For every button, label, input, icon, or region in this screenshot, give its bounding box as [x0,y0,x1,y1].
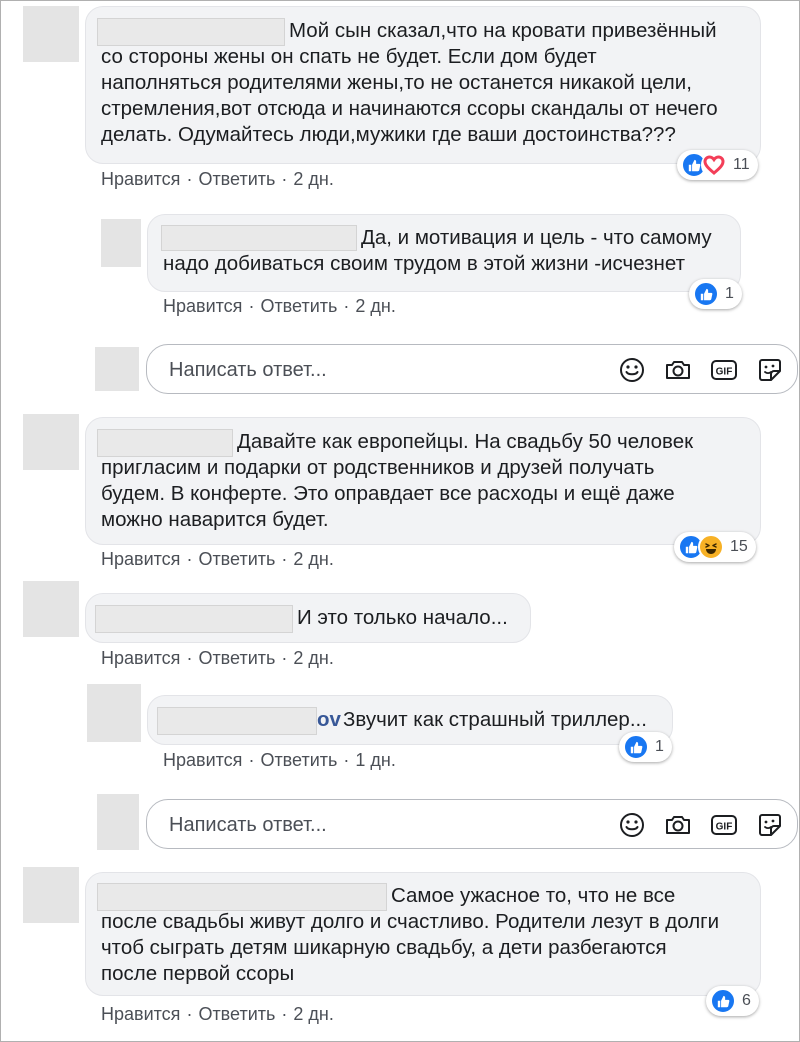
reaction-summary[interactable]: 1 [689,279,742,309]
comment-text-line: Звучит как страшный триллер... [343,708,647,731]
like-link[interactable]: Нравится [101,1004,180,1024]
gif-icon[interactable]: GIF [709,355,739,385]
haha-icon [698,534,724,560]
avatar [95,347,139,391]
like-link[interactable]: Нравится [101,648,180,668]
comment-text-line: Мой сын сказал,что на кровати привезённы… [289,19,717,42]
reply-composer: GIF [146,799,798,849]
separator-dot: · [248,750,255,770]
reaction-count: 6 [742,992,751,1009]
comment-actions: Нравится · Ответить · 1 дн. [163,750,396,771]
reaction-summary[interactable]: 1 [619,732,672,762]
avatar[interactable] [23,867,79,923]
redacted-author-name[interactable] [97,429,233,457]
gif-label: GIF [716,367,733,378]
reaction-summary[interactable]: 11 [677,150,758,180]
comment-text-line: пригласим и подарки от родственников и д… [101,456,655,479]
reaction-count: 15 [730,538,748,555]
comments-thread: Мой сын сказал,что на кровати привезённы… [0,0,800,1042]
timestamp-link[interactable]: 2 дн. [293,1004,333,1024]
comment-text-line: наполняться родителями жены,то не остане… [101,71,692,94]
comment-text-line: И это только начало... [297,606,508,629]
author-name-fragment[interactable]: ov [317,707,341,733]
sticker-icon[interactable] [755,355,785,385]
comment-actions: Нравится · Ответить · 2 дн. [101,549,334,570]
redacted-author-name[interactable] [157,707,317,735]
comment-text-line: после свадьбы живут долго и счастливо. Р… [101,910,720,933]
separator-dot: · [343,750,350,770]
avatar[interactable] [23,414,79,470]
reply-input[interactable] [167,355,531,385]
like-icon [710,988,736,1014]
sticker-icon[interactable] [755,810,785,840]
reaction-summary[interactable]: 6 [706,986,759,1016]
timestamp-link[interactable]: 1 дн. [355,750,395,770]
reply-link[interactable]: Ответить [198,169,275,189]
separator-dot: · [281,648,288,668]
comment-text-line: после первой ссоры [101,962,295,985]
separator-dot: · [281,549,288,569]
comment-text-line: надо добиваться своим трудом в этой жизн… [163,252,685,275]
camera-icon[interactable] [663,355,693,385]
separator-dot: · [186,169,193,189]
timestamp-link[interactable]: 2 дн. [355,296,395,316]
like-link[interactable]: Нравится [163,750,242,770]
reply-composer: GIF [146,344,798,394]
comment-actions: Нравится · Ответить · 2 дн. [101,648,334,669]
redacted-author-name[interactable] [97,18,285,46]
comment-actions: Нравится · Ответить · 2 дн. [101,169,334,190]
avatar[interactable] [23,6,79,62]
comment-text-line: чтоб сыграть детям шикарную свадьбу, а д… [101,936,667,959]
emoji-icon[interactable] [617,355,647,385]
avatar[interactable] [23,581,79,637]
comment-text-line: будем. В конферте. Это оправдает все рас… [101,482,675,505]
like-link[interactable]: Нравится [163,296,242,316]
love-icon [701,152,727,178]
reply-link[interactable]: Ответить [198,549,275,569]
comment-actions: Нравится · Ответить · 2 дн. [163,296,396,317]
reaction-summary[interactable]: 15 [674,532,756,562]
separator-dot: · [248,296,255,316]
emoji-icon[interactable] [617,810,647,840]
separator-dot: · [186,648,193,668]
like-link[interactable]: Нравится [101,549,180,569]
avatar[interactable] [87,684,141,742]
separator-dot: · [186,549,193,569]
timestamp-link[interactable]: 2 дн. [293,549,333,569]
avatar [97,794,139,850]
comment-text-line: делать. Одумайтесь люди,мужики где ваши … [101,123,676,146]
comment-text-line: стремления,вот отсюда и начинаются ссоры… [101,97,718,120]
reaction-count: 11 [733,156,750,173]
reply-link[interactable]: Ответить [260,296,337,316]
timestamp-link[interactable]: 2 дн. [293,648,333,668]
redacted-author-name[interactable] [97,883,387,911]
timestamp-link[interactable]: 2 дн. [293,169,333,189]
camera-icon[interactable] [663,810,693,840]
gif-label: GIF [716,822,733,833]
redacted-author-name[interactable] [161,225,357,251]
reaction-count: 1 [725,285,734,302]
like-link[interactable]: Нравится [101,169,180,189]
comment-text-line: Давайте как европейцы. На свадьбу 50 чел… [237,430,694,453]
redacted-author-name[interactable] [95,605,293,633]
like-icon [693,281,719,307]
comment-text-line: Да, и мотивация и цель - что самому [361,226,712,249]
reply-link[interactable]: Ответить [260,750,337,770]
separator-dot: · [186,1004,193,1024]
comment-text-line: Самое ужасное то, что не все [391,884,676,907]
reply-link[interactable]: Ответить [198,1004,275,1024]
like-icon [623,734,649,760]
comment-actions: Нравится · Ответить · 2 дн. [101,1004,334,1025]
gif-icon[interactable]: GIF [709,810,739,840]
separator-dot: · [281,169,288,189]
separator-dot: · [343,296,350,316]
reaction-count: 1 [655,738,664,755]
reply-link[interactable]: Ответить [198,648,275,668]
reply-input[interactable] [167,810,531,840]
separator-dot: · [281,1004,288,1024]
comment-text-line: можно наварится будет. [101,508,329,531]
comment-text-line: со стороны жены он спать не будет. Если … [101,45,597,68]
avatar[interactable] [101,219,141,267]
